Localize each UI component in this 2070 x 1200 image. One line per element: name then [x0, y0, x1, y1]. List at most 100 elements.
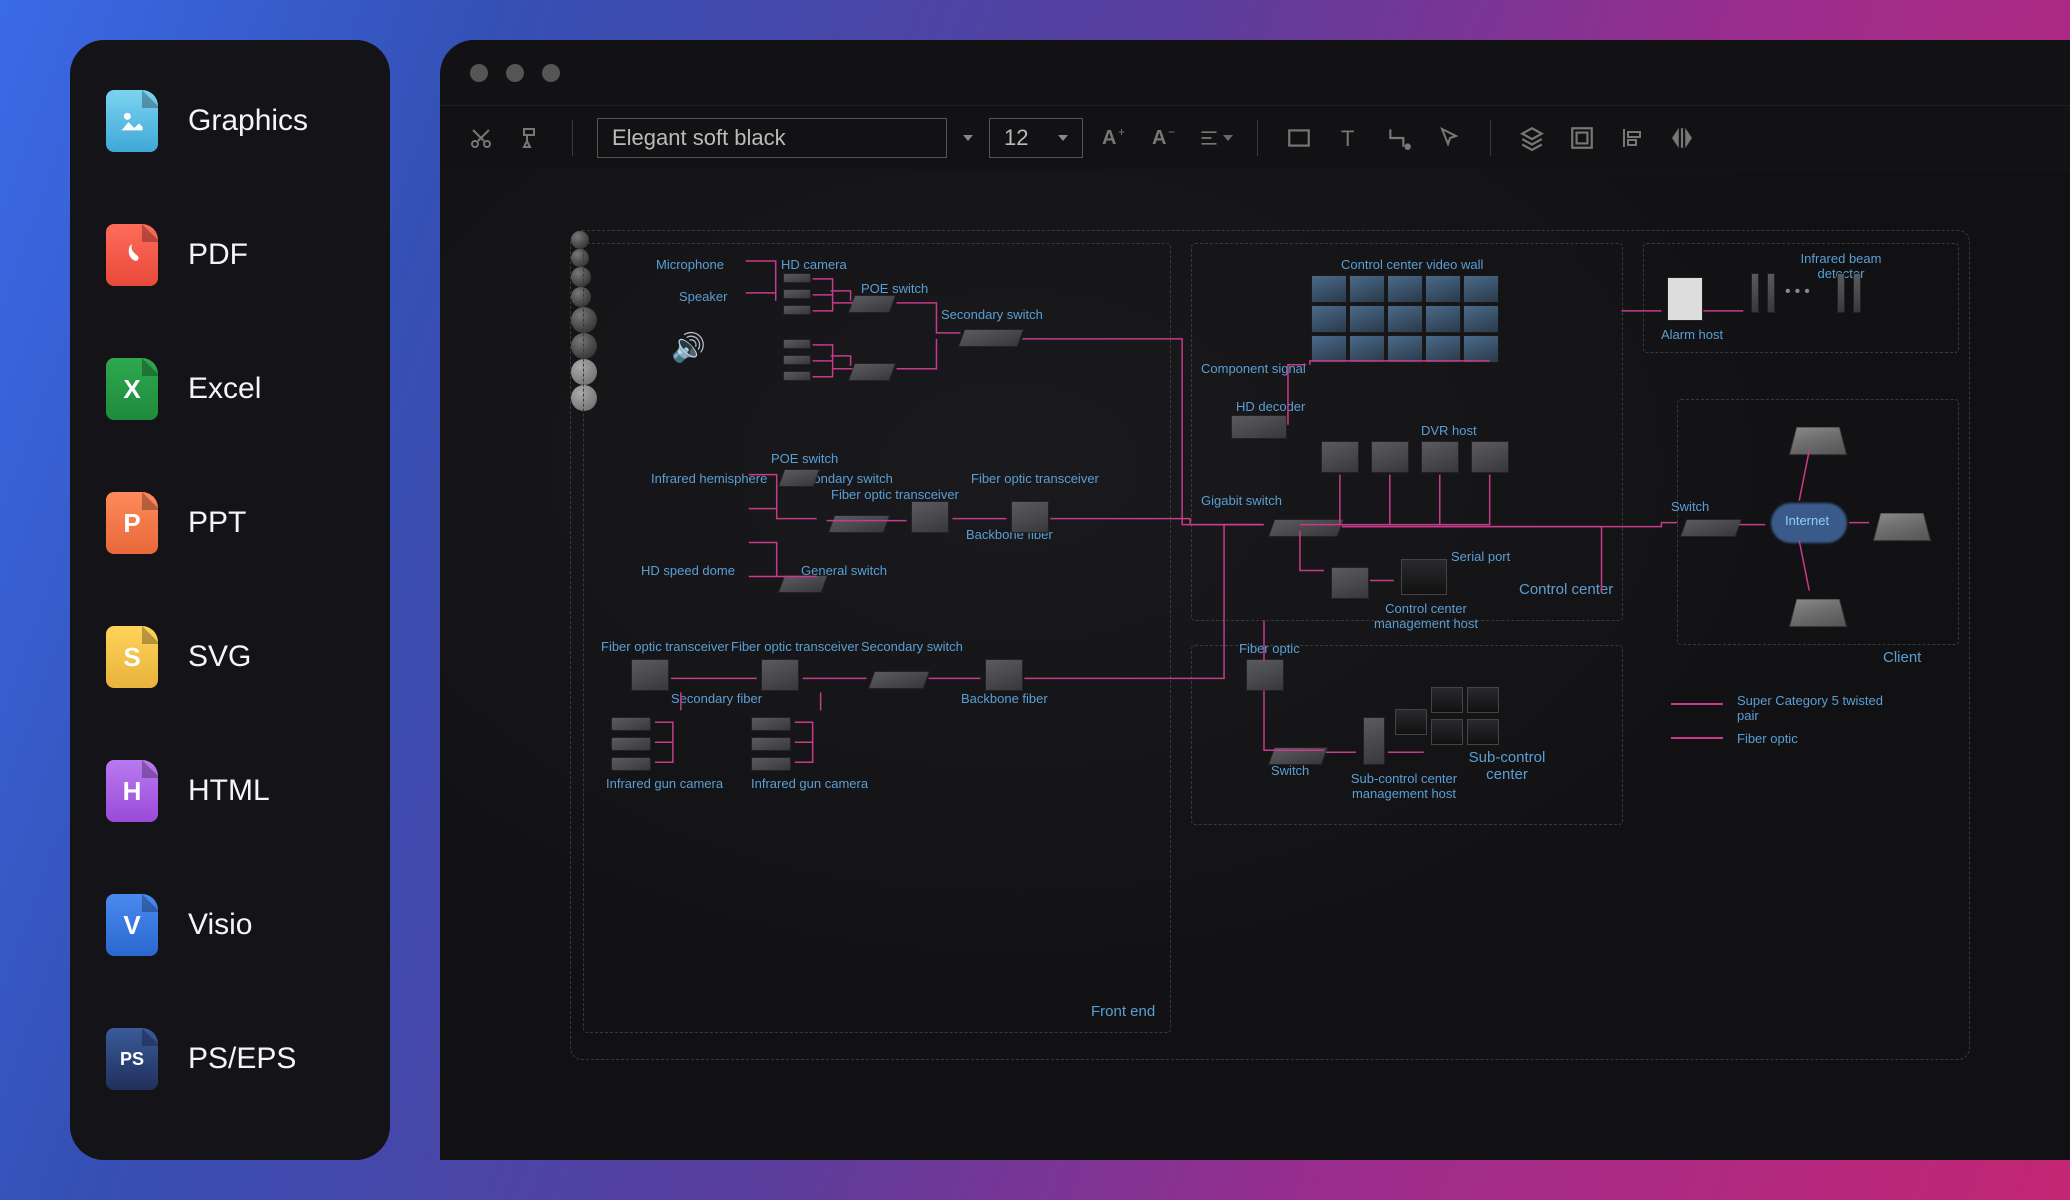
device-poe-switch[interactable]: [848, 363, 897, 381]
text-tool-button[interactable]: T: [1332, 121, 1366, 155]
toolbar-separator: [572, 120, 573, 156]
device-switch[interactable]: [868, 671, 931, 689]
device-monitor[interactable]: [1431, 687, 1463, 713]
label-fiber-transceiver: Fiber optic transceiver: [731, 639, 859, 654]
device-dvr[interactable]: [1421, 441, 1459, 473]
device-camera[interactable]: [783, 289, 811, 299]
device-video-wall[interactable]: [1311, 275, 1499, 363]
device-poe-switch[interactable]: [848, 295, 897, 313]
device-transceiver[interactable]: [1011, 501, 1049, 533]
label-secondary-switch: Secondary switch: [941, 307, 1043, 322]
device-dvr[interactable]: [1471, 441, 1509, 473]
device-camera[interactable]: [783, 273, 811, 283]
traffic-light-close[interactable]: [470, 64, 488, 82]
connector-tool-button[interactable]: [1382, 121, 1416, 155]
device-monitor[interactable]: [1395, 709, 1427, 735]
device-gun-camera[interactable]: [751, 737, 791, 751]
device-camera[interactable]: [783, 355, 811, 365]
device-transceiver[interactable]: [985, 659, 1023, 691]
network-diagram[interactable]: Front end Microphone Speaker HD camera P…: [570, 230, 1970, 1060]
diagram-canvas[interactable]: Front end Microphone Speaker HD camera P…: [440, 170, 2070, 1160]
traffic-light-minimize[interactable]: [506, 64, 524, 82]
sidebar-item-excel[interactable]: X Excel: [106, 358, 354, 420]
device-monitor[interactable]: [1431, 719, 1463, 745]
device-gun-camera[interactable]: [611, 737, 651, 751]
sidebar-item-html[interactable]: H HTML: [106, 760, 354, 822]
sidebar-item-pdf[interactable]: PDF: [106, 224, 354, 286]
device-gun-camera[interactable]: [751, 757, 791, 771]
sidebar-item-ppt[interactable]: P PPT: [106, 492, 354, 554]
diagram-editor-window: Elegant soft black 12 A+ A− T: [440, 40, 2070, 1160]
sidebar-item-ps[interactable]: PS PS/EPS: [106, 1028, 354, 1090]
device-camera[interactable]: [783, 339, 811, 349]
label-internet: Internet: [1785, 513, 1829, 528]
traffic-light-zoom[interactable]: [542, 64, 560, 82]
svg-text:+: +: [1118, 126, 1125, 139]
chevron-down-icon[interactable]: [963, 135, 973, 141]
legend-label: Fiber optic: [1737, 731, 1798, 746]
device-monitor[interactable]: [1467, 719, 1499, 745]
device-transceiver[interactable]: [1246, 659, 1284, 691]
device-transceiver[interactable]: [631, 659, 669, 691]
group-button[interactable]: [1565, 121, 1599, 155]
device-gun-camera[interactable]: [611, 717, 651, 731]
cut-button[interactable]: [464, 121, 498, 155]
flip-button[interactable]: [1665, 121, 1699, 155]
label-hd-camera: HD camera: [781, 257, 847, 272]
device-transceiver[interactable]: [911, 501, 949, 533]
device-gun-camera[interactable]: [751, 717, 791, 731]
device-switch[interactable]: [1680, 519, 1743, 537]
device-serial[interactable]: [1331, 567, 1369, 599]
device-switch[interactable]: [778, 575, 829, 593]
legend-line-cat5: [1671, 703, 1723, 705]
chevron-down-icon: [1058, 135, 1068, 141]
device-gun-camera[interactable]: [611, 757, 651, 771]
device-monitor[interactable]: [1401, 559, 1447, 595]
decrease-font-button[interactable]: A−: [1149, 121, 1183, 155]
device-gigabit-switch[interactable]: [1268, 519, 1345, 537]
sidebar-item-svg[interactable]: S SVG: [106, 626, 354, 688]
device-camera[interactable]: [783, 305, 811, 315]
label-poe-switch: POE switch: [861, 281, 928, 296]
shape-rect-button[interactable]: [1282, 121, 1316, 155]
label-switch: Switch: [1671, 499, 1709, 514]
align-button[interactable]: [1199, 121, 1233, 155]
pointer-tool-button[interactable]: [1432, 121, 1466, 155]
device-monitor[interactable]: [1467, 687, 1499, 713]
device-dvr[interactable]: [1371, 441, 1409, 473]
device-laptop[interactable]: [1789, 599, 1847, 627]
format-painter-button[interactable]: [514, 121, 548, 155]
label-cc-mgmt-host: Control center management host: [1371, 601, 1481, 631]
increase-font-button[interactable]: A+: [1099, 121, 1133, 155]
device-beam[interactable]: [1837, 273, 1845, 313]
sidebar-item-label: PPT: [188, 506, 246, 540]
label-fiber-optic: Fiber optic: [1239, 641, 1300, 656]
device-tower-pc[interactable]: [1363, 717, 1385, 765]
font-size-select[interactable]: 12: [989, 118, 1083, 158]
device-switch[interactable]: [778, 469, 821, 487]
label-switch: Switch: [1271, 763, 1309, 778]
font-family-select[interactable]: Elegant soft black: [597, 118, 947, 158]
device-camera[interactable]: [783, 371, 811, 381]
device-secondary-switch[interactable]: [958, 329, 1025, 347]
device-alarm-host[interactable]: [1667, 277, 1703, 321]
ellipsis-icon: •••: [1785, 283, 1814, 301]
sidebar-item-visio[interactable]: V Visio: [106, 894, 354, 956]
layers-button[interactable]: [1515, 121, 1549, 155]
device-beam[interactable]: [1853, 273, 1861, 313]
label-hd-speed-dome: HD speed dome: [641, 563, 735, 578]
device-switch[interactable]: [1268, 747, 1329, 765]
device-laptop[interactable]: [1789, 427, 1847, 455]
device-transceiver[interactable]: [761, 659, 799, 691]
device-dvr[interactable]: [1321, 441, 1359, 473]
speaker-icon: 🔊: [671, 331, 706, 364]
sidebar-item-graphics[interactable]: Graphics: [106, 90, 354, 152]
align-objects-button[interactable]: [1615, 121, 1649, 155]
device-hd-decoder[interactable]: [1231, 415, 1287, 439]
device-beam[interactable]: [1751, 273, 1759, 313]
sidebar-item-label: Graphics: [188, 104, 308, 138]
excel-file-icon: X: [106, 358, 158, 420]
device-switch[interactable]: [828, 515, 891, 533]
device-beam[interactable]: [1767, 273, 1775, 313]
device-laptop[interactable]: [1873, 513, 1931, 541]
